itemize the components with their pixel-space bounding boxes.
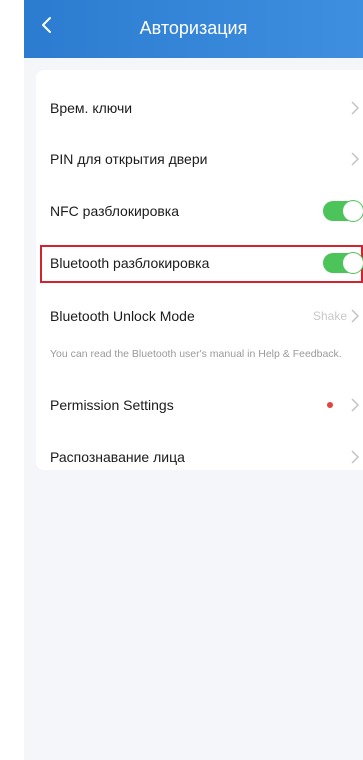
settings-row-door-pin[interactable]: PIN для открытия двери <box>36 133 363 185</box>
settings-row-label: PIN для открытия двери <box>50 151 208 167</box>
notification-dot <box>327 402 333 408</box>
settings-row-temp-keys[interactable]: Врем. ключи <box>36 82 363 134</box>
bluetooth-mode-value: Shake <box>312 309 347 323</box>
settings-row-label: Bluetooth Unlock Mode <box>50 308 195 324</box>
bluetooth-manual-hint: You can read the Bluetooth user's manual… <box>50 348 342 360</box>
settings-row-label: NFC разблокировка <box>50 203 180 219</box>
chevron-right-icon <box>351 152 360 166</box>
settings-row-bluetooth-mode[interactable]: Bluetooth Unlock Mode Shake <box>36 290 363 342</box>
chevron-right-icon <box>351 398 360 412</box>
settings-row-label: Врем. ключи <box>50 100 133 116</box>
toggle-knob <box>343 253 363 273</box>
settings-card: Врем. ключи PIN для открытия двери NFC р… <box>36 70 363 470</box>
app-header: Авторизация <box>24 0 363 58</box>
page-title: Авторизация <box>139 18 248 38</box>
settings-content: Врем. ключи PIN для открытия двери NFC р… <box>24 58 363 760</box>
settings-row-permission-settings[interactable]: Permission Settings <box>36 379 363 431</box>
chevron-right-icon <box>351 309 360 323</box>
settings-row-label: Permission Settings <box>50 397 174 413</box>
settings-row-nfc-unlock: NFC разблокировка <box>36 185 363 237</box>
settings-row-label: Bluetooth разблокировка <box>50 255 210 271</box>
chevron-right-icon <box>351 450 360 464</box>
bluetooth-unlock-toggle[interactable] <box>323 253 363 273</box>
toggle-knob <box>343 201 363 221</box>
settings-row-bluetooth-unlock: Bluetooth разблокировка <box>36 237 363 289</box>
chevron-right-icon <box>351 101 360 115</box>
nfc-unlock-toggle[interactable] <box>323 201 363 221</box>
settings-row-face-recognition[interactable]: Распознавание лица <box>36 431 363 483</box>
settings-row-label: Распознавание лица <box>50 449 185 465</box>
